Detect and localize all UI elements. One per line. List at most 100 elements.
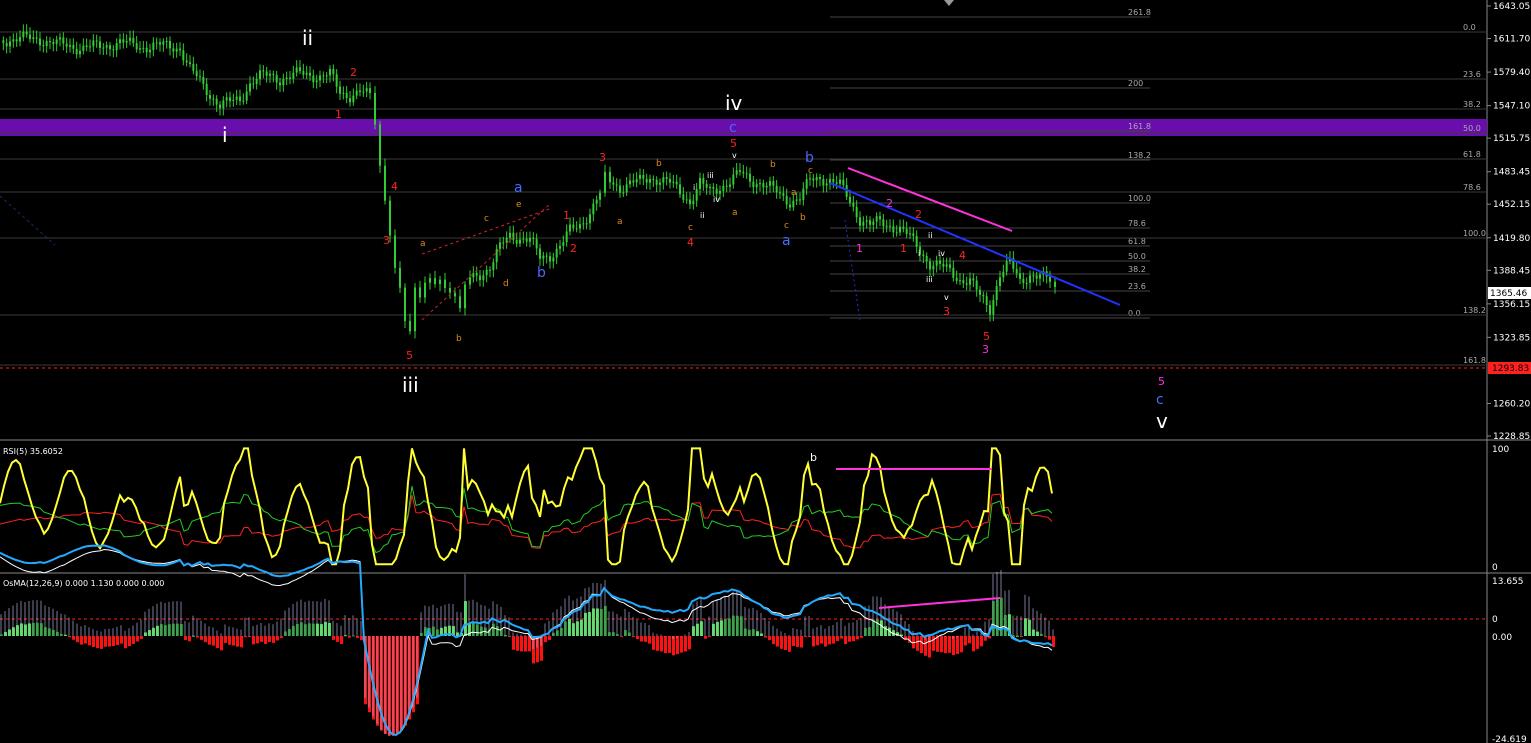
candle-body bbox=[272, 73, 275, 75]
candle-body bbox=[705, 183, 708, 188]
osma-bar bbox=[24, 624, 27, 636]
osma-bar bbox=[740, 616, 743, 636]
osma-bar bbox=[304, 624, 307, 636]
candle-body bbox=[1054, 281, 1056, 288]
wave-label-c-small: c bbox=[784, 221, 789, 231]
osma-bar bbox=[16, 625, 19, 636]
candle-body bbox=[225, 97, 228, 101]
candle-body bbox=[839, 179, 841, 184]
candle-body bbox=[454, 292, 456, 297]
candle-body bbox=[769, 181, 771, 186]
osma-bar bbox=[340, 636, 343, 645]
candle-body bbox=[132, 37, 135, 44]
wave-label-iii: iii bbox=[402, 373, 419, 397]
osma-bar bbox=[236, 636, 239, 647]
candle-body bbox=[49, 41, 51, 43]
osma-bar bbox=[504, 635, 507, 637]
osma-bar bbox=[552, 632, 555, 636]
candle-body bbox=[745, 173, 748, 175]
osma-bar bbox=[44, 627, 47, 636]
osma-bar bbox=[828, 636, 831, 645]
osma-bar bbox=[660, 636, 663, 652]
candle-body bbox=[145, 47, 148, 53]
blue-trendline[interactable] bbox=[829, 182, 1121, 306]
candle-body bbox=[482, 275, 485, 281]
osma-bar bbox=[248, 636, 251, 638]
candle-body bbox=[165, 40, 168, 42]
osma-bar bbox=[640, 636, 643, 642]
candle-body bbox=[765, 185, 768, 188]
osma-bar bbox=[592, 608, 595, 636]
candle-body bbox=[252, 83, 255, 85]
osma-tick-max: 13.655 bbox=[1492, 577, 1524, 587]
osma-bar bbox=[944, 636, 947, 654]
osma-bar bbox=[580, 619, 583, 636]
price-tick-label: 1356.15 bbox=[1493, 300, 1530, 310]
rsi-tick-0: 0 bbox=[1492, 563, 1498, 573]
wave-label-1: 1 bbox=[563, 209, 570, 222]
osma-bar bbox=[232, 636, 235, 646]
osma-bar bbox=[784, 636, 787, 651]
candle-body bbox=[202, 76, 205, 84]
candle-body bbox=[19, 37, 21, 42]
pink-trendline[interactable] bbox=[847, 167, 1013, 232]
fib-label: 23.6 bbox=[1128, 282, 1146, 291]
candle-body bbox=[912, 233, 915, 236]
candle-body bbox=[302, 70, 305, 75]
candle-body bbox=[832, 179, 835, 183]
wave-label-b-small: b bbox=[770, 160, 776, 170]
candle-body bbox=[835, 182, 838, 184]
candle-body bbox=[975, 280, 978, 290]
dotted-guide-line bbox=[844, 219, 861, 321]
candle-body bbox=[159, 42, 161, 45]
candle-body bbox=[532, 238, 535, 240]
candle-body bbox=[989, 305, 991, 315]
candle-body bbox=[552, 257, 555, 262]
osma-bar bbox=[576, 621, 579, 636]
candle-body bbox=[35, 37, 38, 39]
candle-body bbox=[279, 82, 281, 86]
osma-bar bbox=[76, 636, 79, 643]
wave-label-2-magenta: 2 bbox=[886, 197, 893, 210]
osma-bar bbox=[940, 636, 943, 653]
candle-body bbox=[789, 204, 791, 208]
wave-label-ii-small: ii bbox=[928, 231, 932, 240]
candle-body bbox=[949, 264, 951, 268]
osma-bar bbox=[268, 636, 271, 642]
osma-bar bbox=[864, 627, 867, 636]
osma-tick-min: -24.619 bbox=[1492, 735, 1527, 743]
osma-bar bbox=[960, 636, 963, 653]
candle-body bbox=[715, 188, 718, 194]
candle-body bbox=[582, 223, 585, 225]
price-tick-label: 1452.15 bbox=[1493, 200, 1530, 210]
osma-bar bbox=[188, 636, 191, 642]
candle-body bbox=[115, 43, 118, 51]
osma-bar bbox=[300, 622, 303, 636]
candle-body bbox=[262, 70, 265, 72]
candle-body bbox=[739, 170, 741, 172]
candle-body bbox=[374, 92, 376, 125]
candle-body bbox=[245, 91, 248, 101]
wave-label-a-blue: a bbox=[514, 180, 523, 196]
osma-bar bbox=[176, 623, 179, 636]
osma-bar bbox=[560, 627, 563, 636]
wave-label-5: 5 bbox=[730, 137, 737, 150]
osma-tick-zero: 0 bbox=[1492, 615, 1498, 625]
wave-label-1: 1 bbox=[335, 108, 342, 121]
osma-bar bbox=[420, 632, 423, 636]
osma-bar bbox=[196, 636, 199, 638]
scroll-marker-icon[interactable] bbox=[944, 0, 954, 6]
osma-bar bbox=[164, 625, 167, 636]
candle-body bbox=[305, 72, 308, 75]
osma-bar bbox=[200, 636, 203, 640]
osma-bar bbox=[668, 636, 671, 653]
candle-body bbox=[752, 181, 755, 188]
osma-bar bbox=[980, 636, 983, 647]
wave-label-a-small: a bbox=[791, 188, 797, 198]
candle-body bbox=[692, 200, 695, 205]
trading-chart[interactable]: 261.8200161.8138.2100.078.661.850.038.22… bbox=[0, 0, 1531, 743]
osma-bar bbox=[0, 634, 3, 636]
osma-bar bbox=[648, 636, 651, 644]
fib-label-right: 0.0 bbox=[1463, 23, 1476, 32]
candle-body bbox=[322, 75, 325, 77]
